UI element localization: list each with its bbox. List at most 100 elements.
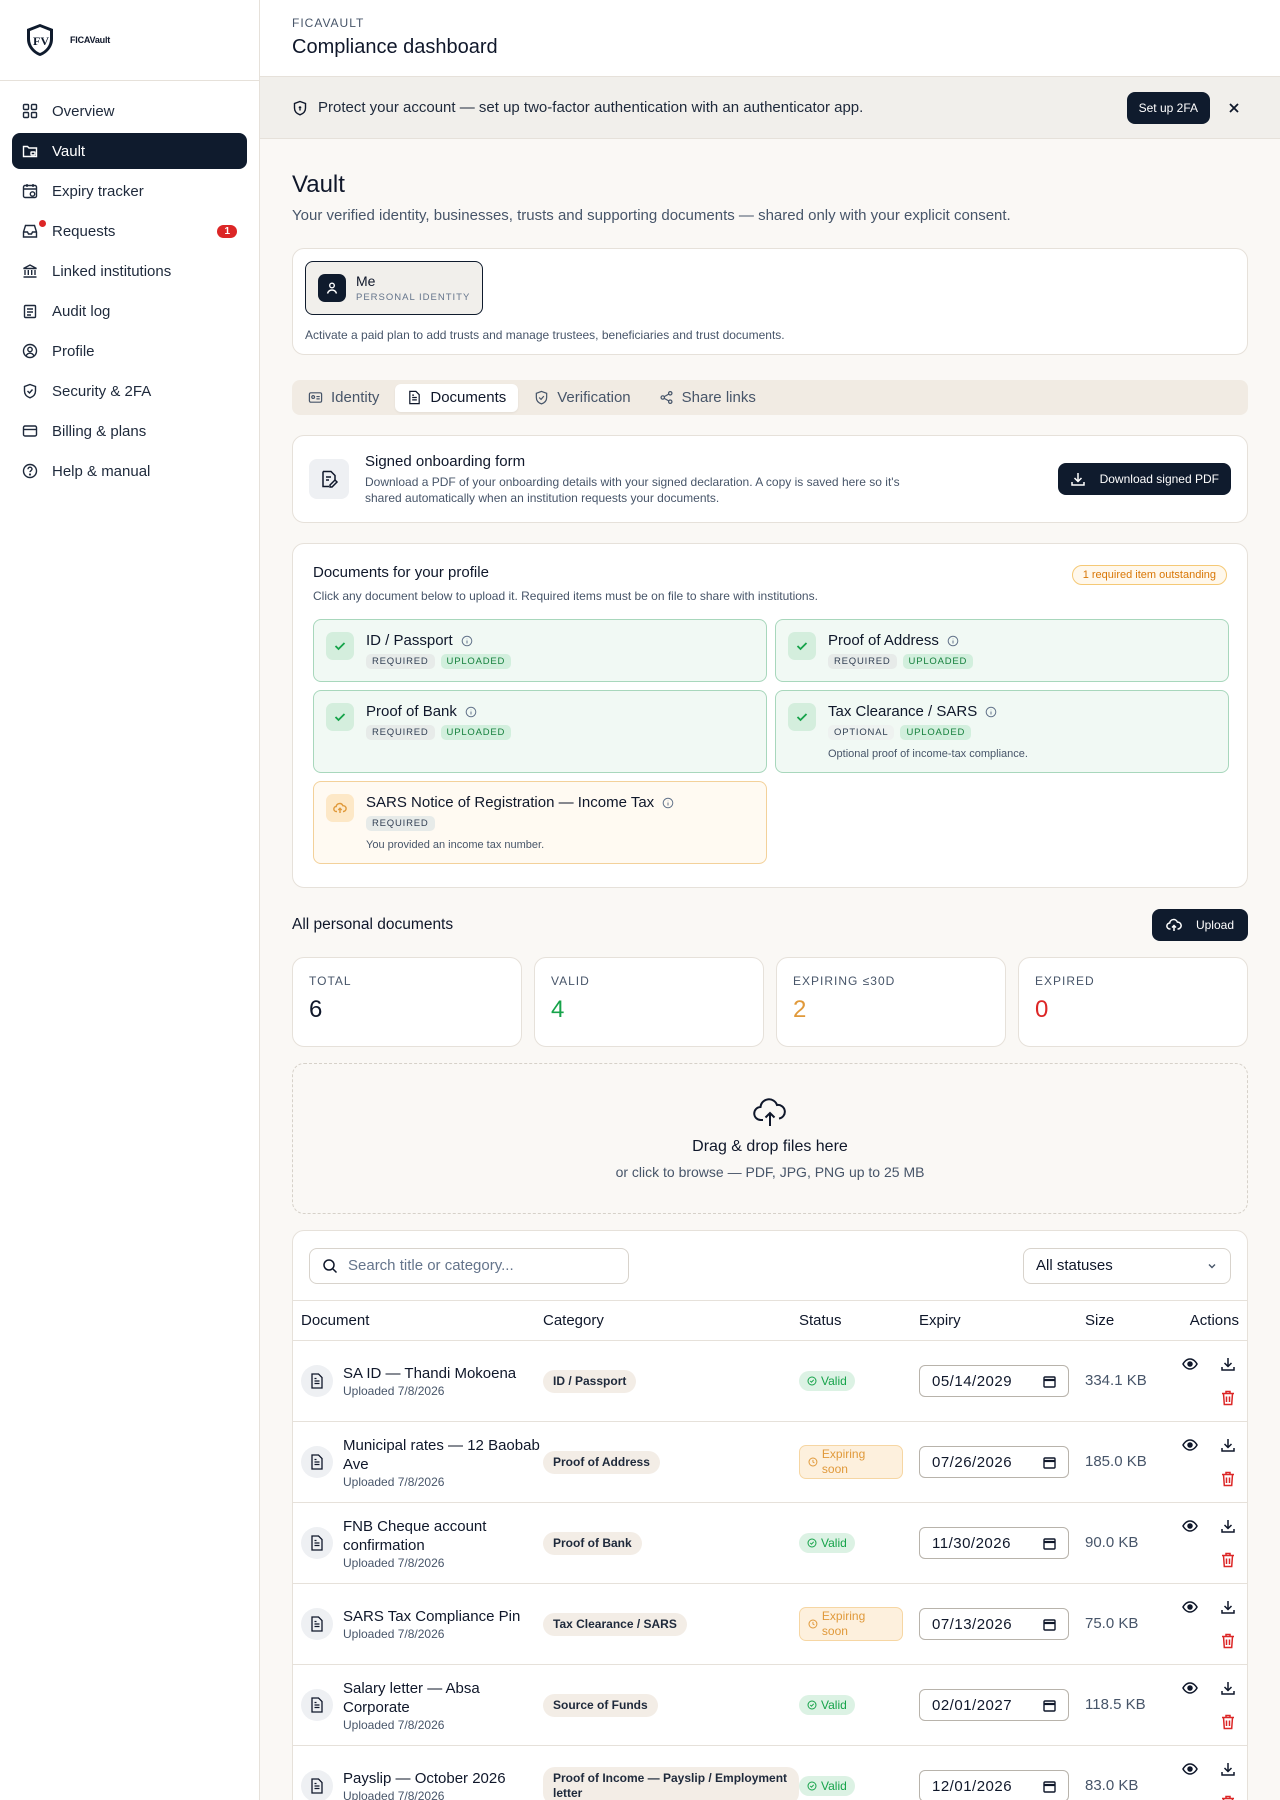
category-badge: Tax Clearance / SARS: [543, 1612, 687, 1636]
upload-button[interactable]: Upload: [1151, 909, 1248, 941]
col-size[interactable]: Size: [1085, 1311, 1157, 1331]
download-icon[interactable]: [1217, 1758, 1239, 1780]
sidebar-item-overview[interactable]: Overview: [12, 93, 247, 129]
tab-label: Share links: [681, 389, 756, 406]
tab-verification[interactable]: Verification: [522, 384, 642, 412]
date-value: 12/01/2026: [932, 1777, 1013, 1795]
required-doc-tax-clearance[interactable]: Tax Clearance / SARS OPTIONAL UPLOADED Op…: [775, 690, 1229, 773]
view-eye-icon[interactable]: [1179, 1353, 1201, 1375]
delete-trash-icon[interactable]: [1217, 1387, 1239, 1409]
expiry-date-input[interactable]: 07/26/2026: [919, 1446, 1069, 1478]
doc-cell[interactable]: FNB Cheque account confirmation Uploaded…: [301, 1517, 543, 1570]
sidebar-item-profile[interactable]: Profile: [12, 333, 247, 369]
info-icon: [465, 706, 477, 717]
doc-title: SARS Tax Compliance Pin: [343, 1608, 521, 1625]
doc-size: 334.1 KB: [1085, 1372, 1147, 1389]
status-icon: [807, 1781, 817, 1791]
download-icon[interactable]: [1217, 1353, 1239, 1375]
sidebar-item-expiry-tracker[interactable]: Expiry tracker: [12, 173, 247, 209]
doc-cell[interactable]: Salary letter — Absa Corporate Uploaded …: [301, 1679, 543, 1732]
view-eye-icon[interactable]: [1179, 1596, 1201, 1618]
status-badge: Valid: [799, 1695, 855, 1715]
tab-share-links[interactable]: Share links: [647, 384, 768, 412]
col-expiry[interactable]: Expiry: [919, 1312, 1085, 1329]
sidebar-item-help[interactable]: Help & manual: [12, 453, 247, 489]
expiry-date-input[interactable]: 05/14/2029: [919, 1365, 1069, 1397]
setup-2fa-button[interactable]: Set up 2FA: [1126, 91, 1210, 124]
col-document[interactable]: Document: [301, 1312, 543, 1329]
delete-trash-icon[interactable]: [1217, 1792, 1239, 1800]
download-icon[interactable]: [1217, 1434, 1239, 1456]
expiry-date-input[interactable]: 12/01/2026: [919, 1770, 1069, 1800]
status-badge: Valid: [799, 1533, 855, 1553]
doc-size: 90.0 KB: [1085, 1534, 1139, 1551]
info-icon: [985, 706, 997, 717]
onboarding-card: Signed onboarding form Download a PDF of…: [292, 435, 1248, 523]
col-status[interactable]: Status: [799, 1312, 919, 1329]
file-icon: [301, 1527, 333, 1559]
required-doc-id-passport[interactable]: ID / Passport REQUIRED UPLOADED: [313, 619, 767, 682]
view-eye-icon[interactable]: [1179, 1758, 1201, 1780]
table-header: Document Category Status Expiry Size Act…: [293, 1301, 1247, 1341]
main-content: FICAVAULT Compliance dashboard Protect y…: [260, 0, 1280, 1800]
col-category[interactable]: Category: [543, 1312, 799, 1329]
stat-expiring: EXPIRING ≤30D 2: [776, 957, 1006, 1047]
doc-cell[interactable]: Payslip — October 2026 Uploaded 7/8/2026: [301, 1769, 543, 1800]
doc-uploaded: Uploaded 7/8/2026: [343, 1627, 445, 1641]
expiry-date-input[interactable]: 11/30/2026: [919, 1527, 1069, 1559]
delete-trash-icon[interactable]: [1217, 1711, 1239, 1733]
status-filter-select[interactable]: All statuses: [1023, 1247, 1231, 1284]
date-value: 05/14/2029: [932, 1372, 1013, 1390]
doc-cell[interactable]: SARS Tax Compliance Pin Uploaded 7/8/202…: [301, 1607, 543, 1641]
page-header-title: Compliance dashboard: [292, 36, 498, 58]
doc-title: FNB Cheque account confirmation: [343, 1517, 487, 1554]
delete-trash-icon[interactable]: [1217, 1468, 1239, 1490]
close-icon[interactable]: [1220, 94, 1248, 122]
share-icon: [660, 390, 673, 405]
sidebar-item-security[interactable]: Security & 2FA: [12, 373, 247, 409]
stat-valid: VALID 4: [534, 957, 764, 1047]
status-badge: Valid: [799, 1371, 855, 1391]
sidebar-item-label: Audit log: [52, 302, 111, 320]
download-icon[interactable]: [1217, 1596, 1239, 1618]
tab-label: Documents: [430, 389, 507, 406]
delete-trash-icon[interactable]: [1217, 1630, 1239, 1652]
all-docs-title: All personal documents: [292, 916, 454, 933]
download-signed-pdf-button[interactable]: Download signed PDF: [1057, 463, 1231, 495]
sidebar-item-billing[interactable]: Billing & plans: [12, 413, 247, 449]
required-doc-sars-notice[interactable]: SARS Notice of Registration — Income Tax…: [313, 781, 767, 864]
view-eye-icon[interactable]: [1179, 1677, 1201, 1699]
optional-tag: OPTIONAL: [828, 725, 895, 740]
status-icon: [807, 1376, 817, 1386]
status-icon: [807, 1538, 817, 1548]
sidebar-item-audit-log[interactable]: Audit log: [12, 293, 247, 329]
doc-cell[interactable]: Municipal rates — 12 Baobab Ave Uploaded…: [301, 1436, 543, 1489]
status-badge: Expiring soon: [799, 1445, 903, 1479]
tab-documents[interactable]: Documents: [395, 383, 519, 412]
user-circle-icon: [22, 343, 38, 359]
file-icon: [301, 1608, 333, 1640]
sidebar-item-vault[interactable]: Vault: [12, 133, 247, 169]
stat-label: EXPIRED: [1035, 974, 1095, 988]
view-eye-icon[interactable]: [1179, 1434, 1201, 1456]
expiry-date-input[interactable]: 02/01/2027: [919, 1689, 1069, 1721]
required-doc-proof-of-address[interactable]: Proof of Address REQUIRED UPLOADED: [775, 619, 1229, 682]
required-doc-proof-of-bank[interactable]: Proof of Bank REQUIRED UPLOADED: [313, 690, 767, 773]
entity-chip-me[interactable]: Me PERSONAL IDENTITY: [305, 261, 484, 315]
download-icon[interactable]: [1217, 1677, 1239, 1699]
sidebar-item-requests[interactable]: Requests 1: [12, 213, 247, 249]
delete-trash-icon[interactable]: [1217, 1549, 1239, 1571]
sidebar-item-linked-institutions[interactable]: Linked institutions: [12, 253, 247, 289]
doc-title: Payslip — October 2026: [343, 1770, 506, 1787]
download-icon[interactable]: [1217, 1515, 1239, 1537]
banner-text: Protect your account — set up two-factor…: [318, 99, 864, 116]
doc-cell[interactable]: SA ID — Thandi Mokoena Uploaded 7/8/2026: [301, 1364, 543, 1398]
search-input[interactable]: Search title or category...: [309, 1247, 629, 1284]
tab-identity[interactable]: Identity: [296, 384, 391, 412]
file-dropzone[interactable]: Drag & drop files here or click to brows…: [292, 1063, 1248, 1214]
view-eye-icon[interactable]: [1179, 1515, 1201, 1537]
status-text: Valid: [821, 1698, 847, 1712]
expiry-date-input[interactable]: 07/13/2026: [919, 1608, 1069, 1640]
info-icon: [461, 635, 473, 646]
doc-note: Optional proof of income-tax compliance.: [828, 748, 1028, 760]
